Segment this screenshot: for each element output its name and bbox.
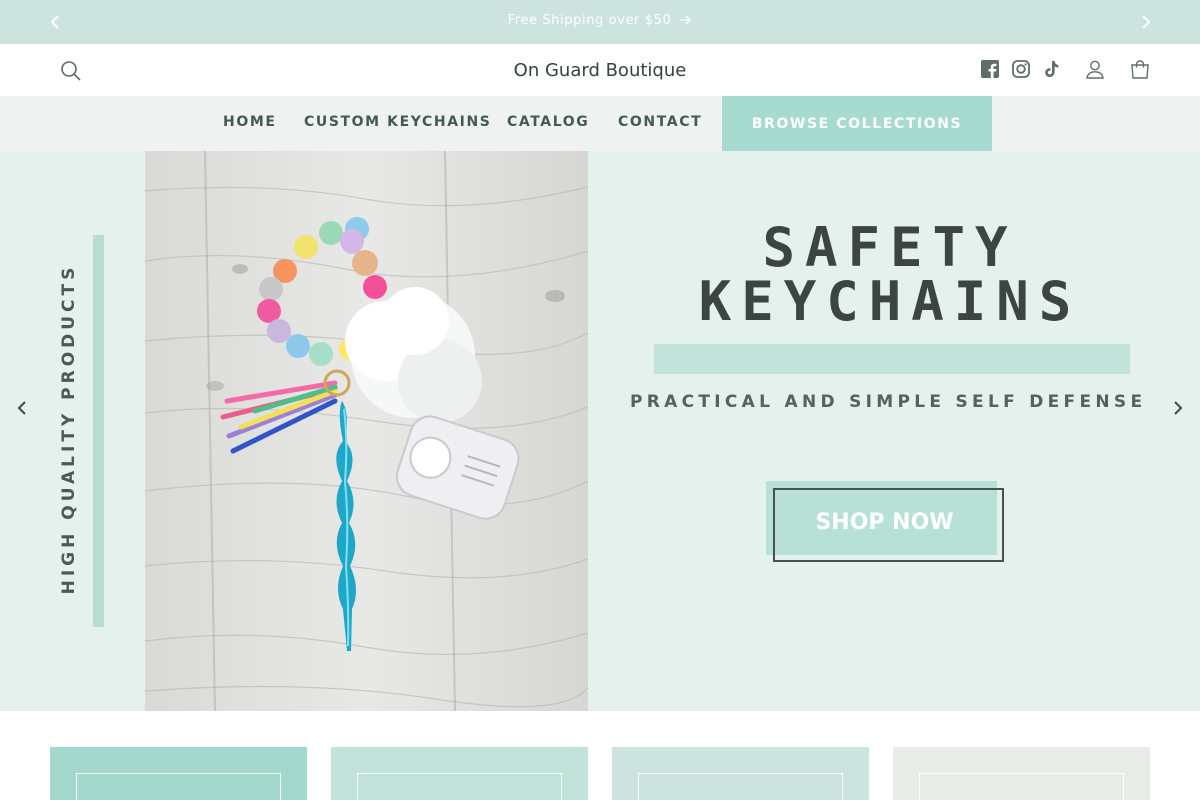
nav-item-contact[interactable]: CONTACT [618,114,702,130]
hero-title-line-1: SAFETY [762,216,1018,279]
collection-card[interactable] [50,747,307,800]
account-link[interactable] [1084,58,1106,84]
tiktok-icon [1045,61,1059,77]
hero-slideshow: HIGH QUALITY PRODUCTS SAFETY KEYCHAINS P… [0,151,1200,711]
collection-card[interactable] [331,747,588,800]
hero-title-line-2: KEYCHAINS [698,270,1082,333]
nav-item-home[interactable]: HOME [223,114,277,130]
keychain-photo [145,151,588,711]
announcement-next-button[interactable] [1135,11,1157,33]
side-tagline-text: HIGH QUALITY PRODUCTS [59,263,79,595]
title-underline-band [654,344,1130,374]
announcement-link[interactable]: Free Shipping over $50 [508,13,693,28]
hero-product-photo [145,151,588,711]
hero-subtitle: PRACTICAL AND SIMPLE SELF DEFENSE [630,392,1147,412]
card-frame [76,773,281,800]
chevron-right-icon [1142,15,1151,29]
tiktok-link[interactable] [1040,58,1062,84]
collection-card[interactable] [612,747,869,800]
nav-item-custom-keychains[interactable]: CUSTOM KEYCHAINS [304,114,491,130]
main-navigation: HOME CUSTOM KEYCHAINS CATALOG CONTACT BR… [0,96,1200,151]
instagram-link[interactable] [1010,58,1032,84]
hero-prev-button[interactable] [11,397,33,419]
nav-item-catalog[interactable]: CATALOG [507,114,589,130]
hero-next-button[interactable] [1167,397,1189,419]
card-frame [919,773,1124,800]
shop-now-label: SHOP NOW [815,509,954,535]
facebook-link[interactable] [979,58,1001,84]
announcement-text: Free Shipping over $50 [507,13,672,28]
cart-icon [1131,60,1149,79]
browse-collections-button[interactable]: BROWSE COLLECTIONS [722,96,992,151]
shop-now-button[interactable]: SHOP NOW [773,488,1004,562]
collection-card[interactable] [893,747,1150,800]
facebook-icon [981,60,999,78]
chevron-right-icon [1174,401,1183,415]
account-icon [1086,60,1104,79]
instagram-icon [1012,60,1030,78]
side-tagline: HIGH QUALITY PRODUCTS [59,264,79,595]
collection-cards [0,711,1200,800]
arrow-right-icon [680,15,692,25]
card-frame [357,773,562,800]
site-header: On Guard Boutique [0,44,1200,96]
chevron-left-icon [17,401,26,415]
card-frame [638,773,843,800]
announcement-bar: Free Shipping over $50 [0,0,1200,44]
accent-bar [93,235,104,627]
cart-link[interactable] [1129,58,1151,84]
announcement-message: Free Shipping over $50 [0,13,1200,28]
